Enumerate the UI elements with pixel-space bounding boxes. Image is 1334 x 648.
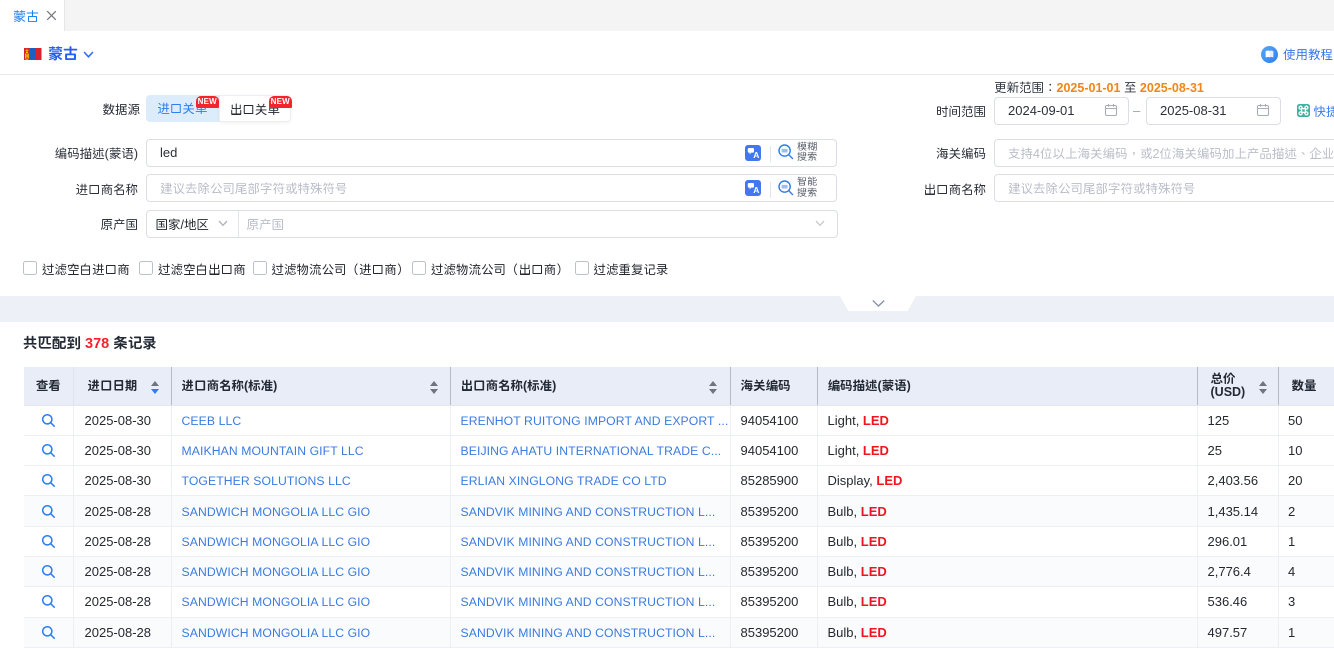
svg-text:A: A [753,185,759,195]
svg-text:A: A [753,150,759,160]
